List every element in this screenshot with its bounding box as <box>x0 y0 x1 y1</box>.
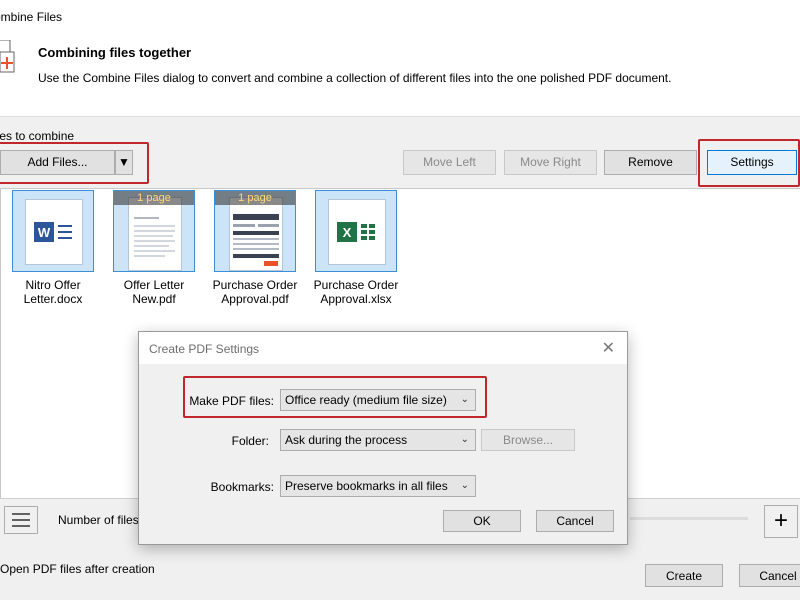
move-right-button[interactable]: Move Right <box>504 150 597 175</box>
chevron-down-icon: ⌄ <box>460 480 469 491</box>
chevron-down-icon: ⌄ <box>460 434 469 445</box>
remove-button[interactable]: Remove <box>604 150 697 175</box>
zoom-slider-track[interactable] <box>630 517 748 520</box>
combine-files-icon <box>0 39 18 78</box>
create-pdf-settings-dialog: Create PDF Settings ✕ Make PDF files: Of… <box>138 331 628 545</box>
open-after-creation-label[interactable]: Open PDF files after creation <box>0 562 155 576</box>
pdf-form-preview-icon <box>233 214 279 266</box>
zoom-in-button[interactable]: + <box>764 505 798 538</box>
dialog-titlebar: Create PDF Settings ✕ <box>139 332 627 364</box>
highlight-add-files <box>0 142 149 184</box>
word-doc-icon: W <box>34 222 72 242</box>
list-view-icon <box>12 513 30 527</box>
files-section-label: iles to combine <box>0 129 75 143</box>
folder-select[interactable]: Ask during the process ⌄ <box>280 429 476 451</box>
file-name: Offer Letter New.pdf <box>123 278 185 306</box>
page-title: Combining files together <box>38 45 192 60</box>
file-name: Purchase Order Approval.xlsx <box>313 278 399 306</box>
excel-doc-icon: X <box>337 222 375 242</box>
file-thumb-word[interactable]: W <box>12 190 94 272</box>
close-icon[interactable]: ✕ <box>602 338 615 358</box>
file-name: Nitro Offer Letter.docx <box>23 278 83 306</box>
plus-icon: + <box>773 507 788 534</box>
highlight-settings <box>698 139 800 187</box>
file-thumb-excel[interactable]: X <box>315 190 397 272</box>
file-thumb-pdf-letter[interactable]: 1 page <box>113 190 195 272</box>
dialog-ok-button[interactable]: OK <box>443 510 521 532</box>
highlight-make-pdf <box>183 376 487 418</box>
move-left-button[interactable]: Move Left <box>403 150 496 175</box>
dialog-cancel-button[interactable]: Cancel <box>536 510 614 532</box>
bookmarks-label: Bookmarks: <box>210 480 274 494</box>
window-title: ombine Files <box>0 10 63 24</box>
bookmarks-select[interactable]: Preserve bookmarks in all files ⌄ <box>280 475 476 497</box>
dialog-title: Create PDF Settings <box>149 342 260 356</box>
browse-button[interactable]: Browse... <box>481 429 575 451</box>
page-count-badge: 1 page <box>114 191 194 205</box>
svg-text:X: X <box>343 225 352 240</box>
view-toggle-button[interactable] <box>4 506 38 534</box>
file-name: Purchase Order Approval.pdf <box>212 278 298 306</box>
pdf-letter-preview-icon <box>134 217 175 257</box>
svg-text:W: W <box>38 225 51 240</box>
create-button[interactable]: Create <box>645 564 723 587</box>
folder-label: Folder: <box>231 434 269 448</box>
number-of-files-label: Number of files: <box>58 513 143 527</box>
file-thumb-pdf-form[interactable]: 1 page <box>214 190 296 272</box>
page-description: Use the Combine Files dialog to convert … <box>38 71 672 85</box>
page-count-badge: 1 page <box>215 191 295 205</box>
cancel-button[interactable]: Cancel <box>739 564 800 587</box>
